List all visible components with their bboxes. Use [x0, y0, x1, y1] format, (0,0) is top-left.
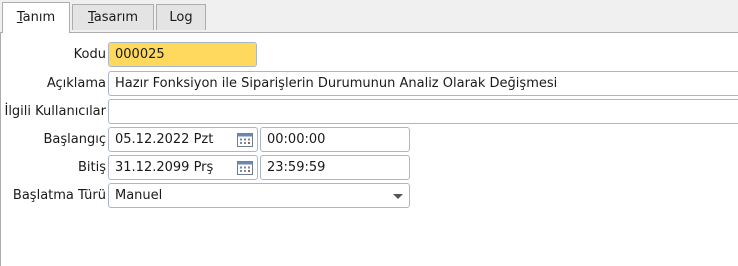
tab-bar: Tanım Tasarım Log	[0, 0, 738, 33]
baslatma-turu-value: Manuel	[115, 188, 163, 203]
tab-log-label: Log	[169, 10, 193, 25]
kodu-label: Kodu	[73, 47, 106, 62]
kodu-field[interactable]: 000025	[108, 42, 257, 67]
aciklama-label: Açıklama	[46, 76, 106, 91]
baslatma-turu-select[interactable]: Manuel	[108, 183, 410, 208]
tab-tanim-label: anım	[22, 10, 56, 25]
tab-tasarim-label: asarım	[93, 10, 139, 25]
tab-tanim[interactable]: Tanım	[2, 2, 70, 33]
ilgili-kullanicilar-field[interactable]	[108, 99, 738, 124]
bitis-label: Bitiş	[77, 160, 106, 175]
baslatma-turu-label: Başlatma Türü	[12, 188, 106, 203]
baslangic-date-value: 05.12.2022 Pzt	[115, 132, 214, 147]
tab-tasarim[interactable]: Tasarım	[72, 4, 154, 30]
bitis-time-field[interactable]: 23:59:59	[260, 155, 410, 180]
baslangic-date-field[interactable]: 05.12.2022 Pzt	[108, 127, 258, 152]
aciklama-field[interactable]: Hazır Fonksiyon ile Siparişlerin Durumun…	[108, 71, 738, 96]
baslangic-label: Başlangıç	[43, 132, 107, 147]
ilgili-kullanicilar-label: İlgili Kullanıcılar	[4, 104, 106, 119]
tab-log[interactable]: Log	[156, 4, 206, 30]
calendar-icon[interactable]	[237, 160, 253, 175]
baslangic-time-field[interactable]: 00:00:00	[260, 127, 410, 152]
calendar-icon[interactable]	[237, 132, 253, 147]
chevron-down-icon[interactable]	[393, 194, 403, 199]
bitis-date-field[interactable]: 31.12.2099 Prş	[108, 155, 258, 180]
bitis-date-value: 31.12.2099 Prş	[115, 160, 214, 175]
